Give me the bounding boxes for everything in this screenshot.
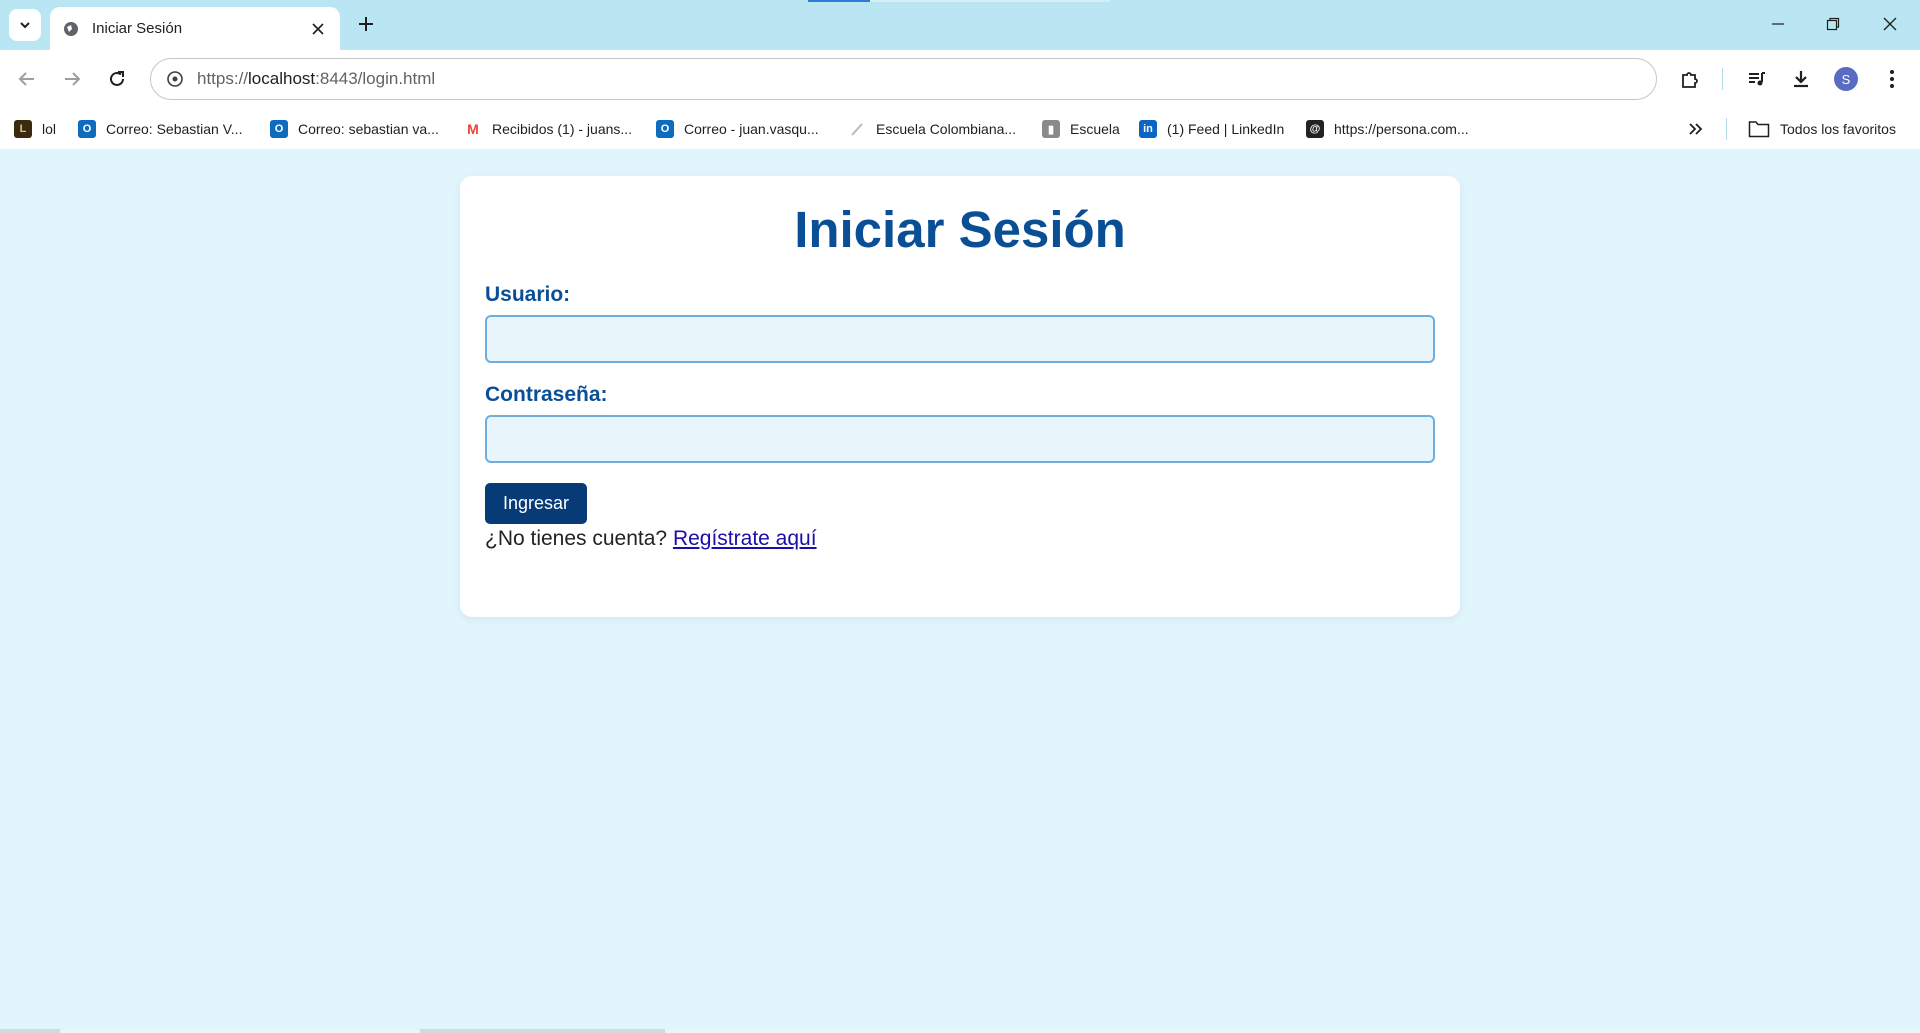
page-title: Iniciar Sesión [794,201,1126,258]
outlook-icon: O [78,120,96,138]
downloads-button[interactable] [1785,63,1817,95]
reload-button[interactable] [101,63,133,95]
more-bookmarks-button[interactable] [1688,108,1704,150]
close-icon[interactable] [308,19,328,39]
progress-indicator [808,0,870,2]
globe-icon [62,20,80,38]
bookmark-item[interactable]: @ https://persona.com... [1306,108,1469,150]
minimize-icon [1772,23,1784,25]
download-icon [1794,71,1808,88]
bookmark-label: lol [42,121,57,137]
bookmarks-divider [1726,118,1727,140]
bookmark-item[interactable]: in (1) Feed | LinkedIn [1139,108,1284,150]
progress-track [870,0,1110,2]
outlook-icon: O [656,120,674,138]
reload-icon [110,71,124,86]
bookmark-label: Correo: sebastian va... [298,121,439,137]
bottom-edge-segment [665,1029,1920,1033]
restore-icon [1826,17,1840,31]
back-button[interactable] [11,63,43,95]
profile-button[interactable]: S [1830,63,1862,95]
game-icon: L [14,120,32,138]
register-row: ¿No tienes cuenta? Regístrate aquí [485,526,1435,552]
bookmark-item[interactable]: ▮ Escuela [1042,108,1120,150]
bookmark-item[interactable]: O Correo: Sebastian V... [78,108,242,150]
tab-strip: Iniciar Sesión [0,0,1920,50]
arrow-left-icon [18,72,34,86]
login-button[interactable]: Ingresar [485,483,588,524]
avatar: S [1834,67,1858,91]
menu-button[interactable] [1876,63,1908,95]
arrow-right-icon [65,72,81,86]
all-bookmarks-label: Todos los favoritos [1780,121,1896,137]
close-window-button[interactable] [1870,8,1910,40]
login-card: Iniciar Sesión Usuario: Contraseña: Ingr… [460,176,1460,617]
toolbar-divider [1722,68,1723,90]
tab-search-button[interactable] [9,9,41,41]
tab-title: Iniciar Sesión [92,20,183,37]
bookmark-item[interactable]: L lol [14,108,56,150]
password-label: Contraseña: [485,383,608,406]
new-tab-button[interactable] [352,10,380,38]
media-controls-button[interactable] [1741,63,1773,95]
chevron-down-icon [20,22,30,29]
quill-icon [848,120,866,138]
double-chevron-right-icon [1689,123,1703,135]
bookmark-label: https://persona.com... [1334,121,1469,137]
linkedin-icon: in [1139,120,1157,138]
url-text: https://localhost:8443/login.html [197,69,436,88]
gmail-icon: M [464,120,482,138]
minimize-button[interactable] [1758,8,1798,40]
username-field[interactable] [485,315,1435,363]
bookmark-item[interactable]: M Recibidos (1) - juans... [464,108,632,150]
site-info-icon[interactable] [165,69,185,89]
outlook-icon: O [270,120,288,138]
extensions-button[interactable] [1674,63,1706,95]
bookmark-label: Escuela [1070,121,1120,137]
bookmark-label: Correo: Sebastian V... [106,121,243,137]
bookmark-item[interactable]: O Correo - juan.vasqu... [656,108,819,150]
more-vertical-icon [1890,70,1894,88]
building-icon: ▮ [1042,120,1060,138]
folder-icon [1748,121,1770,138]
bookmark-label: Recibidos (1) - juans... [492,121,633,137]
password-field[interactable] [485,415,1435,463]
bookmark-label: Correo - juan.vasqu... [684,121,819,137]
all-bookmarks-button[interactable]: Todos los favoritos [1748,108,1896,150]
bookmark-item[interactable]: Escuela Colombiana... [848,108,1016,150]
browser-toolbar: https://localhost:8443/login.html S [0,50,1920,108]
globe-icon: @ [1306,120,1324,138]
register-prompt: ¿No tienes cuenta? [485,527,668,550]
bookmark-item[interactable]: O Correo: sebastian va... [270,108,439,150]
tab-active[interactable]: Iniciar Sesión [50,7,340,50]
close-icon [1883,17,1897,31]
username-label: Usuario: [485,283,571,306]
plus-icon [359,17,373,31]
bookmarks-bar: L lol O Correo: Sebastian V... O Correo:… [0,108,1920,150]
media-queue-icon [1749,72,1765,86]
bottom-edge-segment [60,1029,420,1033]
restore-button[interactable] [1813,8,1853,40]
register-link[interactable]: Regístrate aquí [673,527,817,550]
address-bar[interactable]: https://localhost:8443/login.html [150,58,1657,100]
bookmark-label: Escuela Colombiana... [876,121,1017,137]
forward-button[interactable] [56,63,88,95]
window-bottom-edge [0,1029,1920,1033]
bookmark-label: (1) Feed | LinkedIn [1167,121,1285,137]
puzzle-icon [1682,72,1698,88]
